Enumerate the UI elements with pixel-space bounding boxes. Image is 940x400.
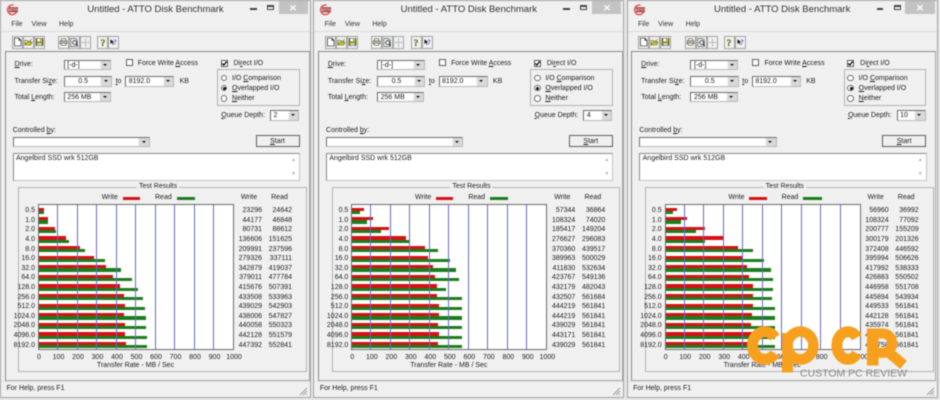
svg-text:CUSTOM PC REVIEW: CUSTOM PC REVIEW	[800, 369, 908, 380]
